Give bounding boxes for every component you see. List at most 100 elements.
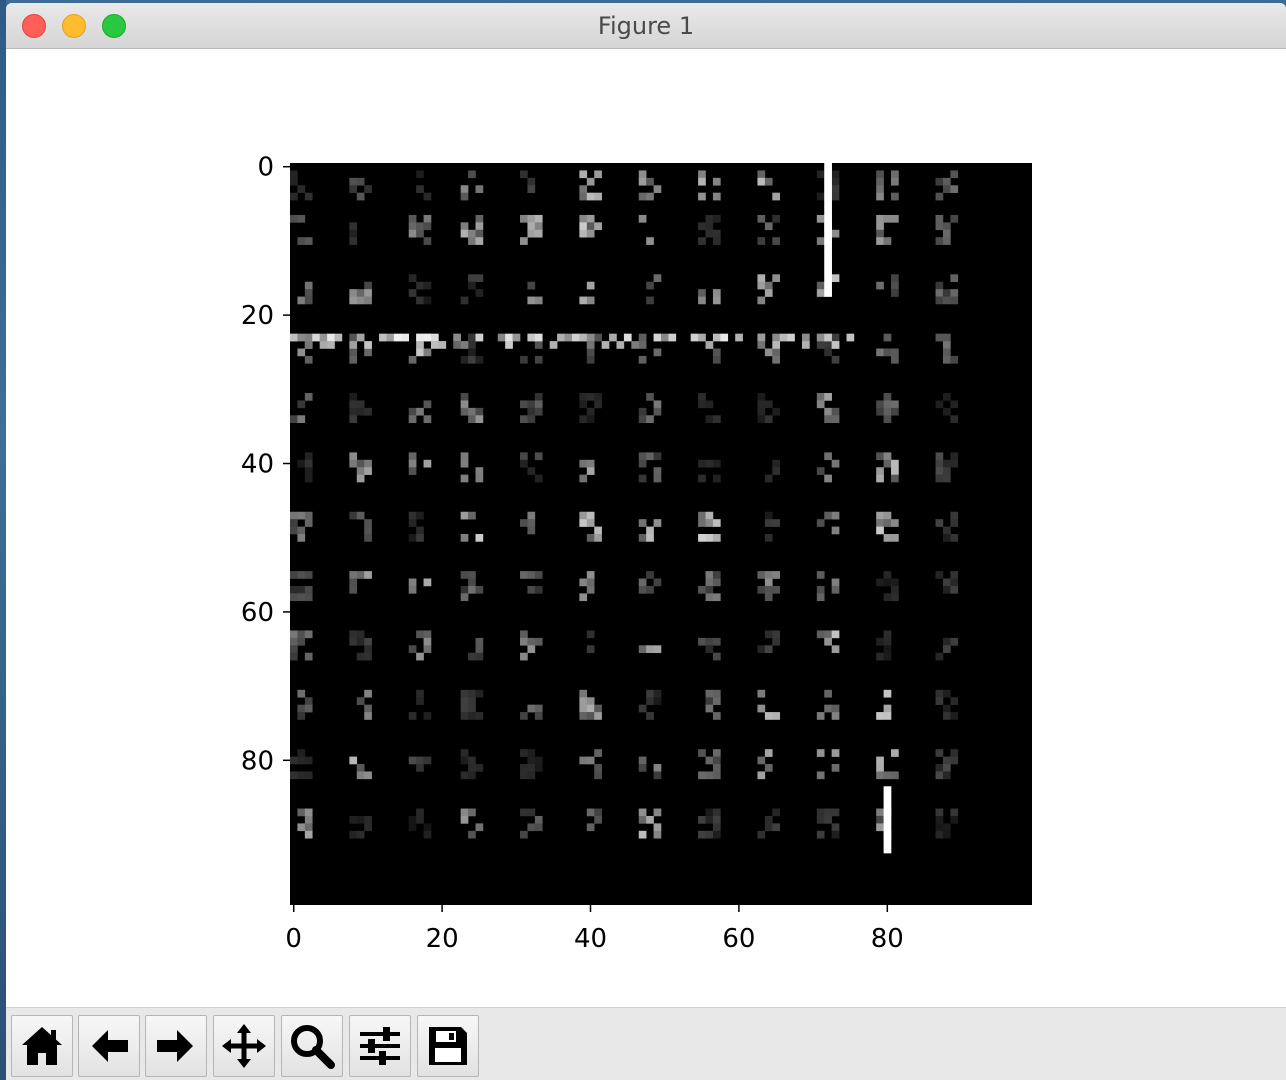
heatmap-cell [356, 289, 365, 297]
heatmap-cell [646, 393, 654, 401]
heatmap-cell [327, 333, 335, 342]
heatmap-cell [579, 229, 588, 238]
heatmap-cell [698, 237, 706, 245]
heatmap-cell [942, 704, 951, 713]
heatmap-cell [290, 756, 298, 765]
heatmap-cell [816, 400, 825, 409]
heatmap-cell [534, 296, 543, 305]
heatmap-cell [304, 393, 313, 401]
heatmap-cell [772, 459, 781, 468]
heatmap-cell [883, 786, 892, 794]
heatmap-cell [653, 808, 662, 817]
heatmap-cell [527, 222, 536, 231]
heatmap-cell [712, 712, 721, 720]
heatmap-cell [712, 333, 721, 342]
x-tick-label: 0 [285, 924, 302, 954]
heatmap-cell [757, 771, 766, 780]
heatmap-cell [942, 689, 951, 698]
heatmap-cell [876, 222, 884, 231]
heatmap-plot[interactable]: 0 0 20 20 40 40 60 60 80 80 [6, 49, 1286, 1007]
heatmap-cell [942, 296, 951, 305]
back-button[interactable] [78, 1015, 140, 1077]
heatmap-cell [764, 578, 773, 587]
heatmap-cell [638, 756, 647, 765]
heatmap-cell [594, 333, 602, 342]
heatmap-cell [520, 237, 528, 245]
save-button[interactable] [417, 1015, 479, 1077]
heatmap-cell [579, 593, 588, 602]
heatmap-cell [883, 823, 892, 832]
heatmap-cell [349, 756, 358, 765]
heatmap-cell [705, 645, 714, 654]
configure-subplots-button[interactable] [349, 1015, 411, 1077]
heatmap-cell [891, 534, 899, 542]
heatmap-cell [534, 637, 543, 646]
title-bar[interactable]: Figure 1 [6, 3, 1286, 49]
heatmap-cell [950, 756, 959, 765]
heatmap-cell [824, 689, 832, 698]
heatmap-cell [942, 459, 951, 468]
minimize-window-button[interactable] [62, 14, 86, 38]
heatmap-cell [705, 756, 714, 765]
heatmap-cell [297, 534, 306, 542]
heatmap-cell [698, 296, 706, 305]
heatmap-cell [520, 519, 528, 527]
heatmap-cell [712, 593, 721, 602]
heatmap-cell [757, 281, 766, 290]
heatmap-cell [757, 571, 766, 579]
pan-button[interactable] [213, 1015, 275, 1077]
heatmap-cell [349, 393, 358, 401]
heatmap-cell [757, 400, 766, 409]
heatmap-cell [468, 704, 476, 713]
heatmap-cell [364, 712, 372, 720]
heatmap-cell [883, 838, 892, 846]
heatmap-cell [764, 630, 773, 639]
heatmap-cell [416, 296, 424, 305]
heatmap-cell [364, 645, 372, 654]
maximize-window-button[interactable] [102, 14, 126, 38]
heatmap-cell [764, 177, 773, 186]
home-button[interactable] [11, 1015, 73, 1077]
heatmap-cell [475, 637, 484, 646]
heatmap-cell [460, 593, 469, 602]
heatmap-cell [653, 823, 662, 832]
heatmap-cell [527, 808, 536, 817]
heatmap-cell [831, 712, 840, 720]
heatmap-cell [816, 593, 825, 602]
heatmap-cell [950, 749, 959, 757]
close-window-button[interactable] [22, 14, 46, 38]
heatmap-cell [349, 815, 358, 824]
heatmap-cell [638, 534, 647, 542]
heatmap-cell [942, 585, 951, 594]
heatmap-cell [349, 289, 358, 297]
heatmap-cell [586, 697, 595, 705]
heatmap-cell [935, 474, 944, 483]
figure-canvas[interactable]: 0 0 20 20 40 40 60 60 80 80 [6, 49, 1286, 1007]
heatmap-cell [698, 192, 706, 201]
heatmap-cell [475, 289, 484, 297]
heatmap-cell [735, 333, 743, 342]
figure-window: Figure 1 0 0 20 20 40 40 60 60 80 80 [6, 3, 1286, 1080]
heatmap-cell [764, 289, 773, 297]
heatmap-cell [520, 170, 528, 179]
heatmap-cell [876, 170, 884, 179]
sliders-icon [360, 1027, 400, 1065]
heatmap-cell [824, 244, 832, 253]
heatmap-cell [646, 712, 654, 720]
heatmap-cell [416, 222, 424, 231]
heatmap-cell [891, 289, 899, 297]
heatmap-cell [586, 296, 595, 305]
heatmap-cell [876, 652, 884, 661]
heatmap-cell [468, 355, 476, 364]
heatmap-cell [942, 823, 951, 832]
heatmap-cell [401, 333, 410, 342]
forward-button[interactable] [145, 1015, 207, 1077]
heatmap-cell [698, 749, 706, 757]
heatmap-cell [304, 771, 313, 780]
heatmap-cell [586, 415, 595, 423]
heatmap-cell [527, 229, 536, 238]
zoom-button[interactable] [281, 1015, 343, 1077]
heatmap-cell [520, 637, 528, 646]
heatmap-cell [594, 534, 602, 542]
heatmap-cell [349, 400, 358, 409]
